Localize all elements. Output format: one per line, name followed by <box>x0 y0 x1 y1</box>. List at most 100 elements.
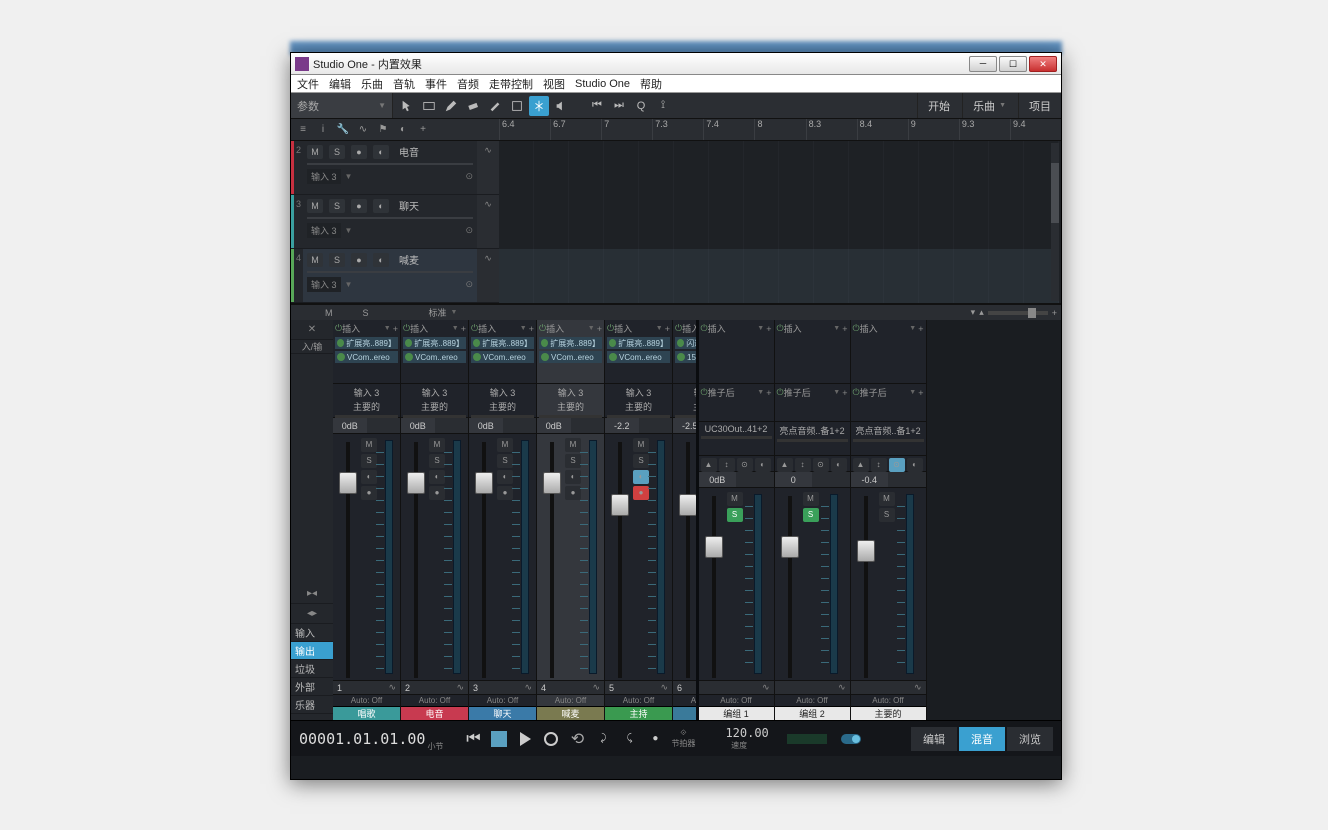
info-icon[interactable]: i <box>315 123 331 137</box>
menu-edit[interactable]: 编辑 <box>329 76 351 92</box>
autopunch-icon[interactable]: ⤹ <box>619 729 639 749</box>
mute-button[interactable]: M <box>307 199 323 213</box>
automation-mode[interactable]: Auto: Off <box>775 694 850 706</box>
timeline[interactable]: 6.4 6.7 7 7.3 7.4 8 8.3 8.4 9 9.3 9.4 <box>499 119 1061 303</box>
mono-icon[interactable]: ↕ <box>719 458 735 472</box>
insert-plugin[interactable]: VCom..ereo <box>607 351 670 363</box>
channel-strip[interactable]: ⏻ 插入▼ + 扩展亮..889】VCom..ereo 输入 3主要的 0dB … <box>469 320 537 720</box>
menu-song[interactable]: 乐曲 <box>361 76 383 92</box>
channel-strip[interactable]: ⏻ 插入▼ + 闪避效..889】15段..889】 输入 2主要的 -2.5 … <box>673 320 696 720</box>
solo-button[interactable]: S <box>329 145 345 159</box>
insert-plugin[interactable]: VCom..ereo <box>539 351 602 363</box>
record-button[interactable] <box>541 729 561 749</box>
paint-tool-icon[interactable] <box>485 96 505 116</box>
snap-mode[interactable]: 标准 <box>429 306 447 319</box>
insert-plugin[interactable]: 扩展亮..889】 <box>539 337 602 349</box>
flag-icon[interactable]: ⚑ <box>375 123 391 137</box>
channel-label[interactable]: 聊天 <box>469 706 536 720</box>
io-section[interactable]: 亮点音频..备1+2 <box>851 422 926 456</box>
io-section[interactable]: 输入 3主要的 <box>537 384 604 418</box>
power-icon[interactable]: ⏻ <box>403 323 410 334</box>
automation-mode[interactable]: Auto: Off <box>469 694 536 706</box>
fader-track[interactable] <box>864 496 868 678</box>
chevron-down-icon[interactable]: ▼ <box>588 325 595 332</box>
fader-track[interactable] <box>482 442 486 678</box>
automation-mode[interactable]: Auto: Off <box>605 694 672 706</box>
mono-icon[interactable]: ↕ <box>795 458 811 472</box>
power-icon[interactable]: ⏻ <box>777 323 784 334</box>
gain-readout[interactable]: 0dB <box>333 418 400 434</box>
gain-readout[interactable]: 0dB <box>699 472 774 488</box>
project-button[interactable]: 项目 <box>1018 93 1061 118</box>
io-section[interactable]: 输入 2主要的 <box>673 384 696 418</box>
channel-strip[interactable]: ⏻ 插入▼ + 扩展亮..889】VCom..ereo 输入 3主要的 0dB … <box>333 320 401 720</box>
record-button[interactable]: ● <box>351 145 367 159</box>
range-tool-icon[interactable] <box>419 96 439 116</box>
power-icon[interactable]: ⏻ <box>539 323 546 334</box>
monitor-button[interactable]: ◐ <box>373 145 389 159</box>
input-select[interactable]: 输入 3 <box>307 277 341 292</box>
volume-slider[interactable] <box>307 163 473 165</box>
menu-audio[interactable]: 音频 <box>457 76 479 92</box>
fader-track[interactable] <box>550 442 554 678</box>
menu-event[interactable]: 事件 <box>425 76 447 92</box>
sidebar-external[interactable]: 外部 <box>291 678 333 696</box>
chevron-down-icon[interactable]: ▼ <box>452 325 459 332</box>
fader-track[interactable] <box>618 442 622 678</box>
sidebar-outputs[interactable]: 输出 <box>291 642 333 660</box>
mute-button[interactable]: M <box>727 492 743 506</box>
listen-tool-icon[interactable] <box>551 96 571 116</box>
link-icon[interactable]: ◐ <box>831 458 847 472</box>
timeline-ruler[interactable]: 6.4 6.7 7 7.3 7.4 8 8.3 8.4 9 9.3 9.4 <box>499 119 1061 141</box>
record-button[interactable]: ● <box>351 253 367 267</box>
wrench-icon[interactable]: 🔧 <box>335 123 351 137</box>
automation-mode[interactable]: Auto: Off <box>333 694 400 706</box>
mute-tool-icon[interactable] <box>507 96 527 116</box>
menu-file[interactable]: 文件 <box>297 76 319 92</box>
preroll-icon[interactable]: ⤸ <box>593 729 613 749</box>
io-section[interactable]: 输入 3主要的 <box>605 384 672 418</box>
channel-strip[interactable]: ⏻ 插入▼ + ⏻ 推子后▼ + 亮点音频..备1+2 ▲ ↕ ⊙ ◐ -0.4… <box>851 320 927 720</box>
zoom-in-icon[interactable]: + <box>1052 308 1057 318</box>
monitor-button[interactable]: ◐ <box>373 199 389 213</box>
add-track-icon[interactable]: + <box>415 123 431 137</box>
fader-handle[interactable] <box>781 536 799 558</box>
io-section[interactable]: 输入 3主要的 <box>401 384 468 418</box>
close-button[interactable]: ✕ <box>1029 56 1057 72</box>
snap-icon[interactable]: ⟟ <box>653 96 673 116</box>
channel-label[interactable]: 主要的 <box>851 706 926 720</box>
power-icon[interactable]: ⏻ <box>675 323 682 334</box>
fader-track[interactable] <box>346 442 350 678</box>
zoom-in-v-icon[interactable]: ▴ <box>979 307 984 318</box>
browse-tab[interactable]: 浏览 <box>1007 727 1053 751</box>
fader-handle[interactable] <box>705 536 723 558</box>
loop-button[interactable]: ⟲ <box>567 729 587 749</box>
track-name[interactable]: 电音 <box>399 144 419 159</box>
channel-label[interactable]: 主持 <box>605 706 672 720</box>
power-icon[interactable]: ⏻ <box>701 323 708 334</box>
fader-handle[interactable] <box>407 472 425 494</box>
arrow-tool-icon[interactable] <box>397 96 417 116</box>
split-tool-icon[interactable] <box>529 96 549 116</box>
metronome-icon[interactable]: ▲ <box>777 458 793 472</box>
mono-icon[interactable]: ↕ <box>871 458 887 472</box>
selected-track-lane[interactable] <box>499 249 1059 303</box>
insert-plugin[interactable]: VCom..ereo <box>403 351 466 363</box>
fader-handle[interactable] <box>611 494 629 516</box>
group-icon[interactable]: ◐ <box>395 123 411 137</box>
dim-icon[interactable]: ⊙ <box>889 458 905 472</box>
automation-mode[interactable]: Auto: Off <box>699 694 774 706</box>
channel-strip[interactable]: ⏻ 插入▼ + ⏻ 推子后▼ + UC30Out..41+2 ▲ ↕ ⊙ ◐ 0… <box>699 320 775 720</box>
global-mute[interactable]: M <box>325 308 333 318</box>
channel-label[interactable]: 编组 2 <box>775 706 850 720</box>
io-section[interactable]: UC30Out..41+2 <box>699 422 774 456</box>
fader-handle[interactable] <box>857 540 875 562</box>
channel-strip[interactable]: ⏻ 插入▼ + 扩展亮..889】VCom..ereo 输入 3主要的 0dB … <box>537 320 605 720</box>
power-icon[interactable]: ⏻ <box>853 323 860 334</box>
fader-track[interactable] <box>788 496 792 678</box>
automation-icon[interactable]: ∿ <box>355 123 371 137</box>
channel-label[interactable]: 音乐 <box>673 706 696 720</box>
metronome-icon[interactable]: ● <box>645 729 665 749</box>
gain-readout[interactable]: -2.5 <box>673 418 696 434</box>
sidebar-inputs[interactable]: 输入 <box>291 624 333 642</box>
